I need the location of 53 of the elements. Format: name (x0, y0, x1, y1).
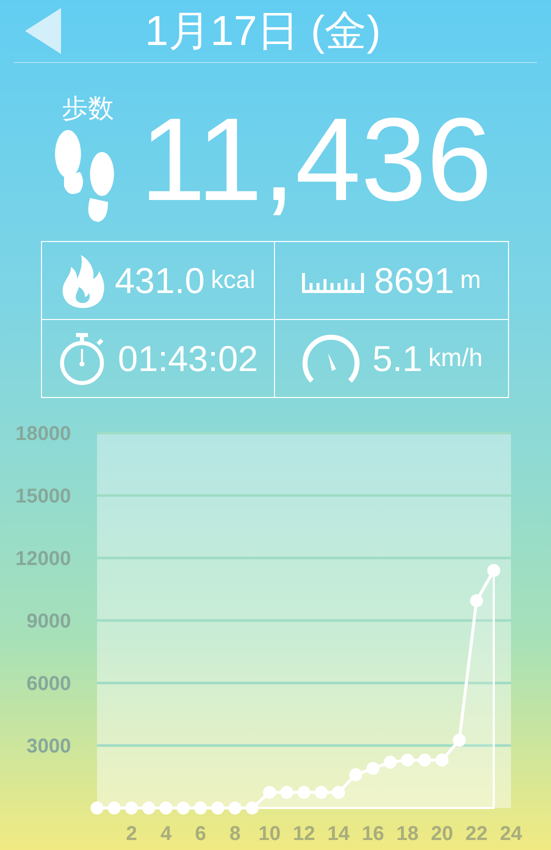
data-point (452, 734, 466, 747)
data-point (263, 786, 276, 799)
data-point (487, 564, 500, 577)
data-point (228, 802, 242, 814)
x-axis-label: 16 (362, 823, 384, 845)
x-axis-label: 14 (327, 823, 350, 845)
stat-unit: kcal (210, 266, 256, 295)
x-axis-label: 8 (229, 823, 241, 845)
data-point (176, 802, 190, 814)
data-point (194, 802, 207, 814)
data-point (108, 802, 121, 814)
data-point (366, 762, 380, 775)
data-point (90, 802, 104, 814)
stat-value: 5.1 (372, 338, 422, 380)
data-point (332, 786, 345, 799)
speedometer-icon (300, 332, 362, 384)
data-point (401, 754, 414, 767)
stat-value: 8691 (374, 260, 454, 302)
stat-unit: m (460, 266, 481, 295)
steps-label: 歩数 (62, 92, 114, 125)
x-axis-label: 24 (500, 823, 522, 845)
x-axis-label: 6 (194, 823, 206, 845)
stat-value: 431.0 (114, 260, 205, 302)
stat-unit: km/h (428, 344, 483, 373)
back-arrow-icon[interactable] (25, 6, 61, 56)
x-axis-label: 10 (258, 823, 281, 845)
data-point (246, 802, 259, 814)
data-point (436, 754, 448, 767)
y-axis-label: 6000 (26, 673, 71, 695)
x-axis-label: 12 (292, 823, 316, 845)
y-axis-label: 9000 (26, 610, 71, 632)
x-axis-label: 22 (465, 823, 488, 845)
stat-value: 01:43:02 (118, 338, 258, 380)
data-point (298, 786, 310, 799)
data-point (384, 756, 397, 769)
x-axis-label: 20 (430, 823, 454, 845)
data-point (160, 802, 172, 814)
data-point (314, 786, 328, 799)
data-point (211, 802, 224, 814)
flame-icon (60, 252, 105, 308)
x-axis-label: 4 (160, 823, 172, 845)
date-title: 1月17日 (金) (145, 6, 381, 56)
y-axis-label: 3000 (26, 736, 71, 758)
data-point (280, 786, 294, 799)
x-axis-label: 2 (126, 823, 138, 845)
data-point (418, 754, 432, 767)
x-axis-label: 18 (396, 823, 419, 845)
y-axis-label: 18000 (15, 423, 71, 445)
data-point (142, 802, 156, 814)
data-point (349, 768, 362, 782)
step-count: 11,436 (140, 101, 492, 219)
data-point (125, 802, 138, 814)
data-point (470, 594, 483, 608)
